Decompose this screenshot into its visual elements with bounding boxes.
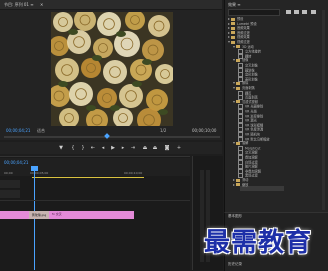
- ruler-label: 00;00;10;00: [124, 171, 143, 175]
- 32bit-effects-icon[interactable]: [294, 10, 299, 14]
- tree-label: 划像: [242, 58, 249, 63]
- in-point-icon[interactable]: {: [70, 145, 76, 151]
- tree-label: 擦除: [242, 81, 249, 86]
- tree-label: VR 默比乌斯缩放: [245, 137, 270, 142]
- watermark-logo: 最需教育: [204, 228, 313, 258]
- folder-icon: [231, 40, 235, 44]
- chevron-down-icon[interactable]: [233, 59, 235, 62]
- export-frame-icon[interactable]: ◙: [164, 145, 170, 151]
- video-clip[interactable]: [0, 211, 134, 219]
- folder-icon: [231, 26, 235, 30]
- tree-label: 溶解: [242, 141, 249, 146]
- new-bin-icon[interactable]: [311, 10, 316, 14]
- marker-icon[interactable]: ▼: [58, 145, 64, 151]
- transition-label[interactable]: 黄玫瑰.jpg: [29, 211, 49, 219]
- tree-label: 视频过渡: [237, 40, 250, 44]
- effects-folder[interactable]: 缩放: [233, 183, 248, 188]
- tree-label: 缩放: [242, 182, 249, 187]
- effects-tab[interactable]: 效果 ≡: [228, 2, 241, 8]
- transport-controls: ▼ { } ⇤ ◂ ▶ ▸ ⇥ ⏏ ⏏ ◙ +: [0, 142, 222, 154]
- folder-icon: [231, 17, 235, 21]
- chevron-right-icon[interactable]: [228, 18, 230, 20]
- folder-icon: [236, 86, 240, 90]
- tree-label: 沉浸式视频: [242, 99, 258, 104]
- roses-image: [51, 12, 173, 126]
- track-header[interactable]: [0, 180, 20, 189]
- panel-title[interactable]: 基本图形: [228, 214, 242, 219]
- folder-icon: [231, 31, 235, 35]
- chevron-down-icon[interactable]: [233, 100, 235, 103]
- step-back-icon[interactable]: ◂: [100, 145, 106, 151]
- track-header[interactable]: [0, 190, 20, 199]
- folder-icon: [236, 81, 240, 85]
- folder-icon: [231, 22, 235, 26]
- extract-icon[interactable]: ⏏: [152, 145, 158, 151]
- out-point-icon[interactable]: }: [80, 145, 86, 151]
- monitor-scrubber[interactable]: [4, 136, 220, 138]
- timeline-timecode[interactable]: 00;00;04;21: [4, 160, 28, 165]
- panel-title[interactable]: 历史记录: [228, 262, 242, 267]
- folder-icon: [236, 141, 240, 145]
- accelerated-effects-icon[interactable]: [286, 10, 291, 14]
- clip-fx-label: fx 交叉: [52, 212, 62, 216]
- lift-icon[interactable]: ⏏: [142, 145, 148, 151]
- button-editor-icon[interactable]: +: [176, 145, 182, 151]
- resolution-dropdown[interactable]: 1/2: [160, 128, 166, 133]
- monitor-tab-title[interactable]: 节目: 序列 01 ≡: [4, 2, 34, 8]
- chevron-right-icon[interactable]: [228, 36, 230, 39]
- folder-icon: [236, 183, 240, 187]
- tree-label: 3D 运动: [242, 44, 254, 49]
- play-icon[interactable]: ▶: [110, 145, 116, 151]
- video-preview: [51, 12, 173, 126]
- folder-icon: [236, 178, 240, 182]
- chevron-down-icon[interactable]: [233, 87, 235, 89]
- folder-icon: [236, 45, 240, 49]
- work-area-bar[interactable]: [32, 177, 144, 178]
- tree-label: 页面剥落: [242, 86, 255, 90]
- fit-dropdown[interactable]: 适合: [37, 128, 45, 134]
- tree-label: 滑动: [242, 178, 249, 182]
- tree-label: 预设: [237, 17, 244, 21]
- folder-icon: [236, 58, 240, 62]
- timeline-playhead[interactable]: [34, 170, 35, 270]
- chevron-right-icon[interactable]: [228, 27, 230, 30]
- timeline-ruler[interactable]: [0, 158, 190, 176]
- chevron-down-icon[interactable]: [233, 142, 235, 145]
- chevron-right-icon[interactable]: [228, 22, 230, 25]
- effects-search-input[interactable]: [228, 9, 280, 16]
- ruler-label: 00;00;05;00: [30, 171, 49, 175]
- playhead-timecode[interactable]: 00;00;04;21: [6, 128, 30, 133]
- monitor-tabbar: 节目: 序列 01 ≡ ✕: [0, 0, 222, 10]
- chevron-down-icon[interactable]: [228, 41, 230, 43]
- tree-label: 音频效果: [237, 26, 250, 31]
- chevron-right-icon[interactable]: [233, 179, 235, 181]
- tree-label: 视频效果: [237, 35, 250, 40]
- track-divider: [0, 200, 190, 201]
- step-forward-icon[interactable]: ▸: [120, 145, 126, 151]
- tree-label: Lumetri 预设: [237, 21, 257, 26]
- chevron-down-icon[interactable]: [233, 45, 235, 48]
- chevron-down-icon[interactable]: [233, 82, 235, 85]
- ruler-label: 00;00: [4, 171, 13, 175]
- go-to-out-icon[interactable]: ⇥: [130, 145, 136, 151]
- close-icon[interactable]: ✕: [40, 2, 43, 7]
- effects-scrollbar[interactable]: [322, 10, 325, 210]
- yuv-effects-icon[interactable]: [302, 10, 307, 14]
- chevron-right-icon[interactable]: [228, 31, 230, 34]
- duration-timecode: 00;00;10;00: [192, 128, 217, 133]
- chevron-right-icon[interactable]: [233, 183, 235, 186]
- folder-icon: [231, 35, 235, 39]
- folder-icon: [236, 100, 240, 104]
- go-to-in-icon[interactable]: ⇤: [90, 145, 96, 151]
